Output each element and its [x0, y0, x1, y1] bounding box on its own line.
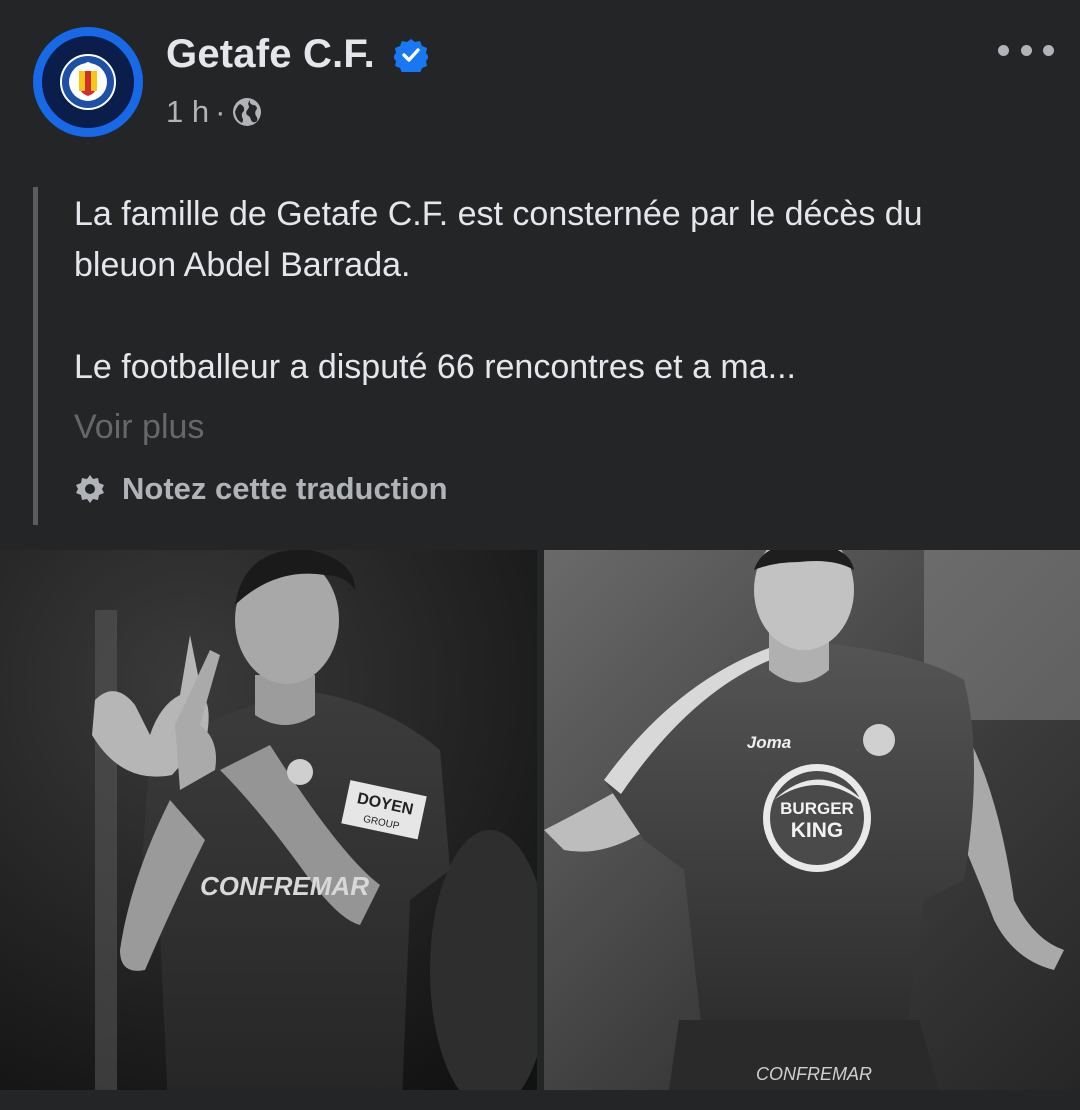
chest-sponsor-text: CONFREMAR	[200, 871, 369, 901]
meta-separator: ·	[215, 94, 226, 129]
globe-icon	[233, 98, 262, 126]
post-paragraph: Le footballeur a disputé 66 rencontres e…	[74, 348, 797, 386]
shorts-sponsor-text: CONFREMAR	[756, 1064, 872, 1084]
more-dot-icon	[998, 44, 1009, 56]
burger-king-line1: BURGER	[780, 799, 854, 818]
more-options-button[interactable]	[998, 36, 1054, 64]
post-photo-right[interactable]: CONFREMAR Joma BURGER KING	[544, 550, 1080, 1090]
see-more-link[interactable]: Voir plus	[74, 408, 204, 447]
page-name[interactable]: Getafe C.F.	[166, 32, 375, 77]
post-photo-left[interactable]: DOYEN GROUP CONFREMAR	[0, 550, 537, 1090]
more-dot-icon	[1020, 44, 1032, 56]
post-bottom-divider	[0, 1090, 1080, 1110]
post-paragraph: La famille de Getafe C.F. est consternée…	[74, 195, 923, 284]
player-gesture-photo: DOYEN GROUP CONFREMAR	[0, 550, 537, 1090]
facebook-post: Getafe C.F. 1 h · La famille de Getafe C…	[0, 0, 1080, 1110]
more-dot-icon	[1043, 44, 1054, 56]
verified-badge-icon	[394, 39, 428, 72]
post-text: La famille de Getafe C.F. est consternée…	[74, 189, 1034, 393]
post-meta: 1 h ·	[166, 92, 263, 132]
page-avatar[interactable]	[33, 27, 143, 137]
getafe-crest-logo	[42, 36, 134, 128]
gear-icon	[76, 475, 104, 503]
rate-translation-label: Notez cette traduction	[122, 471, 448, 506]
post-time[interactable]: 1 h	[166, 94, 209, 130]
burger-king-line2: KING	[791, 819, 844, 842]
player-celebration-photo: CONFREMAR Joma BURGER KING	[544, 550, 1080, 1090]
rate-translation-button[interactable]: Notez cette traduction	[74, 467, 448, 511]
joma-brand-text: Joma	[747, 733, 791, 752]
translation-quote-bar	[33, 187, 38, 525]
